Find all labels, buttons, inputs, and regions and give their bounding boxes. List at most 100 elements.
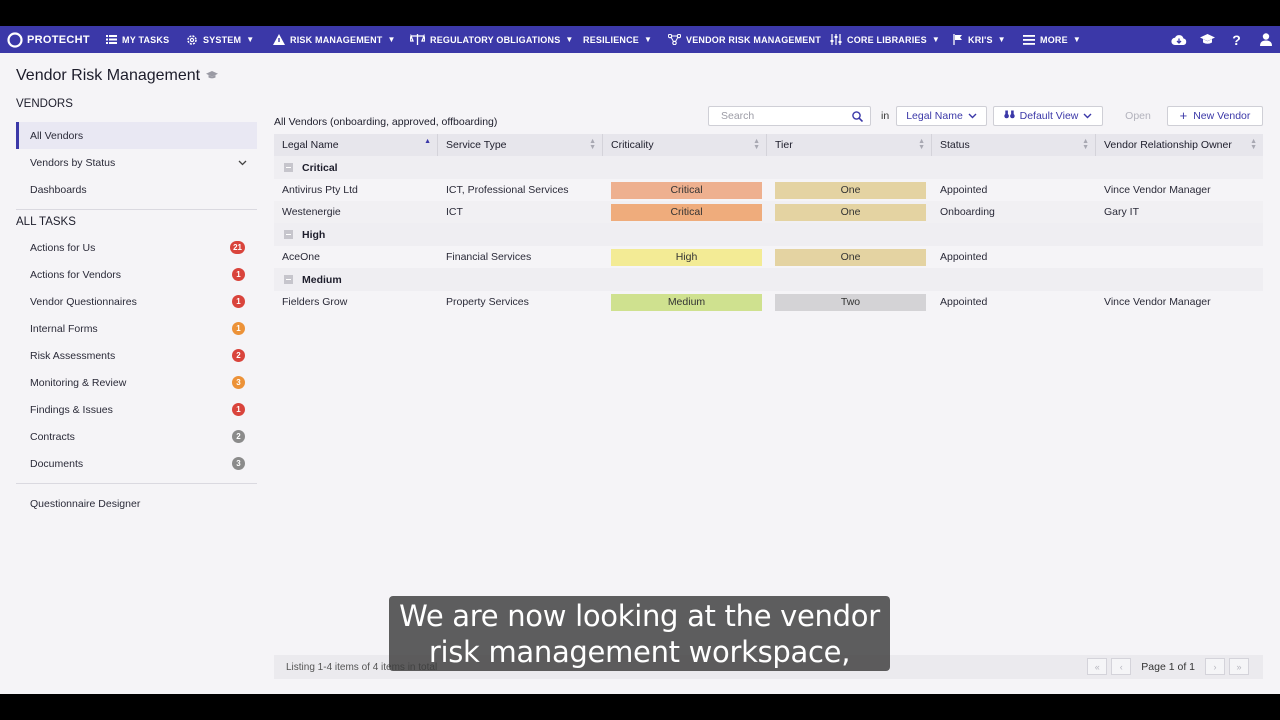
nav-label: RISK MANAGEMENT	[290, 34, 383, 45]
group-row-critical[interactable]: Critical	[274, 156, 1263, 179]
nav-vendor-risk-management[interactable]: VENDOR RISK MANAGEMENT	[668, 26, 821, 53]
nav-more[interactable]: MORE ▼	[1023, 26, 1081, 53]
collapse-icon[interactable]	[284, 163, 293, 172]
user-icon[interactable]	[1251, 33, 1280, 46]
column-header-status[interactable]: Status ▲ ▼	[932, 134, 1096, 156]
sidebar-item-risk-assessments[interactable]: Risk Assessments 2	[16, 342, 257, 369]
nav-core-libraries[interactable]: CORE LIBRARIES ▼	[830, 26, 940, 53]
column-header-legal-name[interactable]: Legal Name ▲	[274, 134, 438, 156]
next-page-icon[interactable]: ›	[1205, 658, 1225, 675]
sidebar-item-findings-issues[interactable]: Findings & Issues 1	[16, 396, 257, 423]
sidebar-item-internal-forms[interactable]: Internal Forms 1	[16, 315, 257, 342]
column-header-service-type[interactable]: Service Type ▲ ▼	[438, 134, 603, 156]
sidebar-item-dashboards[interactable]: Dashboards	[16, 176, 257, 203]
cloud-download-icon[interactable]	[1164, 34, 1193, 46]
sidebar-item-documents[interactable]: Documents 3	[16, 450, 257, 477]
first-page-icon[interactable]: «	[1087, 658, 1108, 675]
search-field-select[interactable]: Legal Name	[896, 106, 987, 126]
sort-icon[interactable]: ▲ ▼	[589, 138, 596, 151]
graduation-cap-icon[interactable]	[1193, 34, 1222, 45]
sidebar-item-label: Vendor Questionnaires	[30, 295, 137, 308]
vendors-heading: VENDORS	[16, 98, 73, 110]
table-row[interactable]: Antivirus Pty Ltd ICT, Professional Serv…	[274, 179, 1263, 201]
sidebar-item-label: All Vendors	[30, 129, 84, 142]
caption-line-2: risk management workspace,	[428, 635, 851, 669]
sidebar-item-label: Internal Forms	[30, 322, 98, 335]
open-button[interactable]: Open	[1110, 106, 1166, 126]
nav-label: MORE	[1040, 34, 1068, 45]
table-row[interactable]: Fielders Grow Property Services Medium T…	[274, 291, 1263, 313]
nav-regulatory-obligations[interactable]: REGULATORY OBLIGATIONS ▼	[410, 26, 574, 53]
protecht-logo-icon	[7, 31, 23, 48]
plus-icon: +	[1179, 108, 1188, 123]
sidebar-item-actions-for-us[interactable]: Actions for Us 21	[16, 234, 257, 261]
cell-status: Appointed	[940, 184, 988, 196]
cell-legal-name: Westenergie	[282, 206, 341, 218]
nav-my-tasks[interactable]: MY TASKS	[106, 26, 169, 53]
sort-icon[interactable]: ▲ ▼	[918, 138, 925, 151]
nav-resilience[interactable]: RESILIENCE ▼	[583, 26, 652, 53]
table-row[interactable]: AceOne Financial Services High One Appoi…	[274, 246, 1263, 268]
chevron-down-icon[interactable]	[238, 158, 247, 168]
sidebar-item-contracts[interactable]: Contracts 2	[16, 423, 257, 450]
search-icon[interactable]	[852, 111, 864, 125]
sidebar-item-actions-for-vendors[interactable]: Actions for Vendors 1	[16, 261, 257, 288]
group-row-medium[interactable]: Medium	[274, 268, 1263, 291]
graduation-cap-icon[interactable]	[206, 70, 219, 82]
column-header-owner[interactable]: Vendor Relationship Owner ▲ ▼	[1096, 134, 1263, 156]
sort-icon[interactable]: ▲ ▼	[753, 138, 760, 151]
group-row-high[interactable]: High	[274, 223, 1263, 246]
cell-service-type: ICT, Professional Services	[446, 184, 569, 196]
column-header-criticality[interactable]: Criticality ▲ ▼	[603, 134, 767, 156]
binoculars-icon	[1003, 110, 1015, 122]
sidebar-item-monitoring-review[interactable]: Monitoring & Review 3	[16, 369, 257, 396]
sidebar-item-vendor-questionnaires[interactable]: Vendor Questionnaires 1	[16, 288, 257, 315]
group-label: Medium	[302, 273, 342, 286]
prev-page-icon[interactable]: ‹	[1111, 658, 1132, 675]
nav-kris[interactable]: KRI'S ▼	[953, 26, 1006, 53]
new-vendor-button[interactable]: + New Vendor	[1167, 106, 1263, 126]
tier-badge: Two	[775, 293, 926, 311]
caption-line-1: We are now looking at the vendor	[399, 599, 880, 633]
warning-icon	[273, 34, 285, 45]
cell-service-type: Financial Services	[446, 251, 532, 263]
sort-icon[interactable]: ▲ ▼	[1082, 138, 1089, 151]
scales-icon	[410, 34, 425, 45]
sort-ascending-icon[interactable]: ▲	[424, 138, 431, 151]
tier-badge: One	[775, 248, 926, 266]
collapse-icon[interactable]	[284, 230, 293, 239]
vendor-grid: Legal Name ▲ Service Type ▲ ▼ Criticality ▲ ▼…	[274, 134, 1263, 313]
sidebar-item-questionnaire-designer[interactable]: Questionnaire Designer	[16, 490, 257, 517]
column-header-tier[interactable]: Tier ▲ ▼	[767, 134, 932, 156]
cell-owner: Gary IT	[1104, 206, 1140, 218]
collapse-icon[interactable]	[284, 275, 293, 284]
list-icon	[106, 35, 117, 44]
nav-right-actions: ?	[1164, 26, 1280, 53]
gear-icon	[186, 34, 198, 46]
nav-system[interactable]: SYSTEM ▼	[186, 26, 254, 53]
count-badge: 1	[232, 322, 245, 335]
sidebar-divider	[16, 483, 257, 484]
help-icon[interactable]: ?	[1222, 32, 1251, 48]
sort-icon[interactable]: ▲ ▼	[1250, 138, 1257, 151]
nav-risk-management[interactable]: RISK MANAGEMENT ▼	[273, 26, 396, 53]
count-badge: 1	[232, 295, 245, 308]
protecht-logo[interactable]: PROTECHT	[0, 31, 98, 48]
caret-down-icon: ▼	[644, 35, 653, 44]
criticality-badge: High	[611, 248, 762, 266]
network-icon	[668, 34, 681, 45]
sidebar-item-all-vendors[interactable]: All Vendors	[16, 122, 257, 149]
table-row[interactable]: Westenergie ICT Critical One Onboarding …	[274, 201, 1263, 223]
column-label: Criticality	[611, 139, 654, 151]
count-badge: 2	[232, 349, 245, 362]
sidebar-item-vendors-by-status[interactable]: Vendors by Status	[16, 149, 257, 176]
caret-down-icon: ▼	[246, 35, 255, 44]
caret-down-icon: ▼	[1072, 35, 1081, 44]
flag-icon	[953, 34, 963, 45]
page-indicator: Page 1 of 1	[1141, 660, 1195, 673]
view-select[interactable]: Default View	[993, 106, 1103, 126]
column-label: Status	[940, 139, 970, 151]
search-input[interactable]: Search	[708, 106, 871, 126]
menu-icon	[1023, 34, 1035, 45]
last-page-icon[interactable]: »	[1229, 658, 1249, 675]
